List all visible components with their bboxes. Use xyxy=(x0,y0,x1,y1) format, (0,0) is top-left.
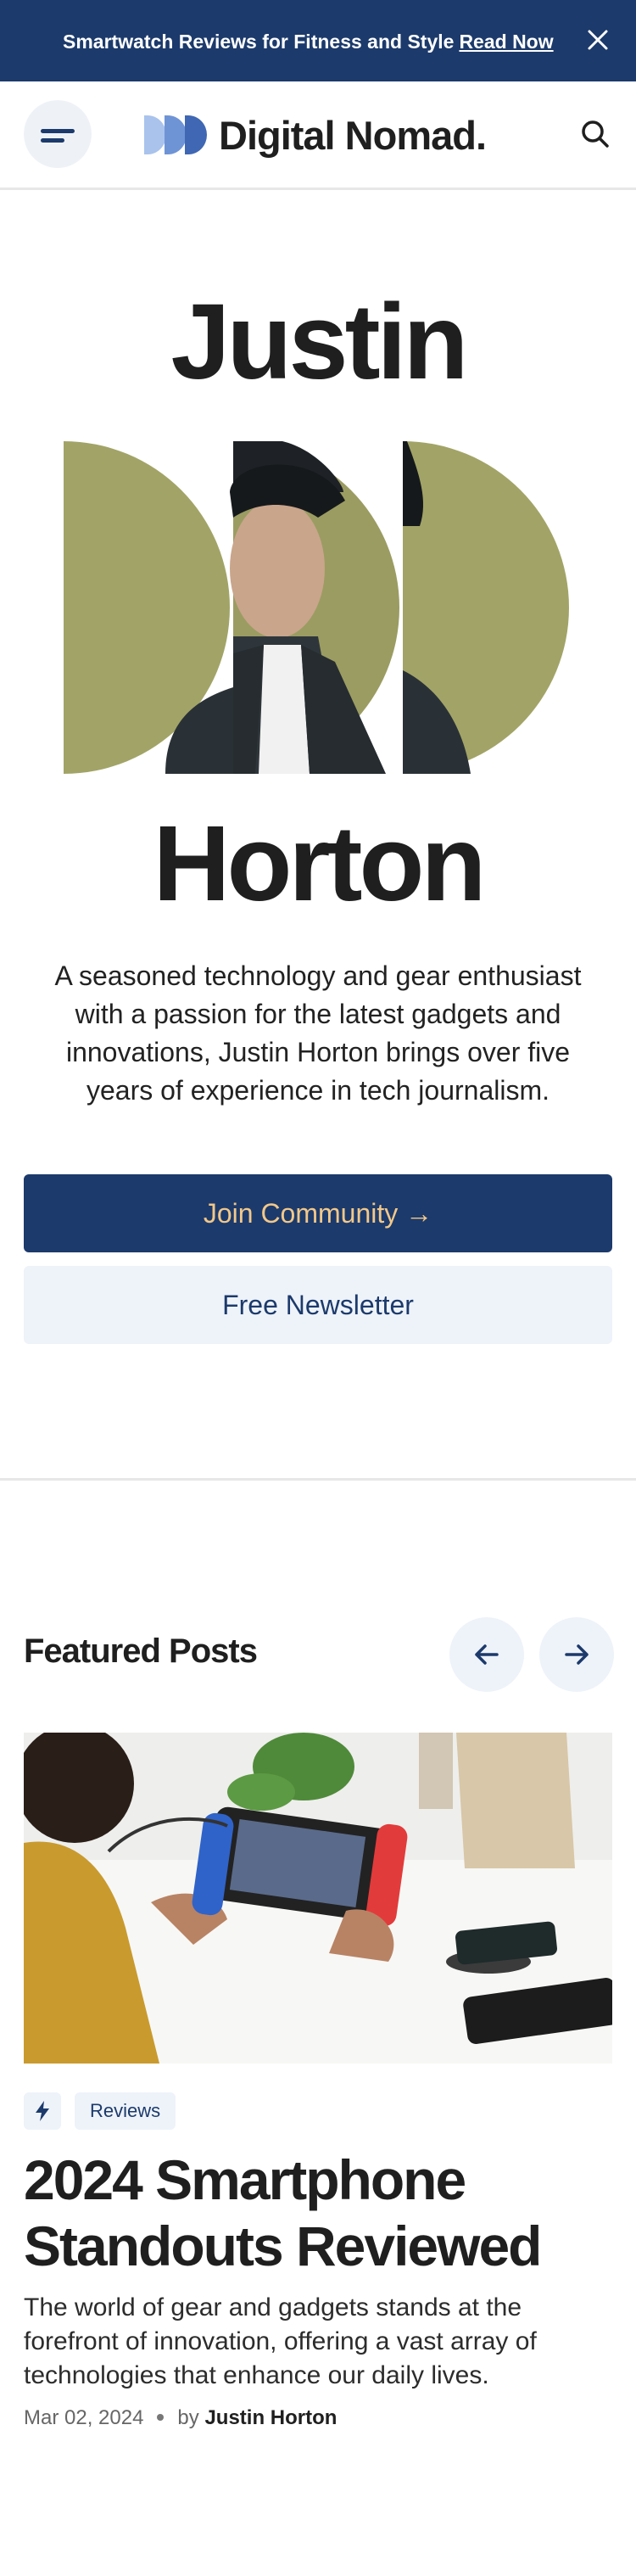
post-excerpt: The world of gear and gadgets stands at … xyxy=(24,2293,537,2389)
announcement-text: Smartwatch Reviews for Fitness and Style… xyxy=(63,31,554,53)
post-title[interactable]: 2024 Smartphone Standouts Reviewed xyxy=(24,2147,612,2279)
author-first-name: Justin xyxy=(170,282,468,401)
post-date: Mar 02, 2024 xyxy=(24,2406,144,2429)
author-last-name: Horton xyxy=(153,804,487,923)
previous-button[interactable] xyxy=(449,1617,524,1692)
logo-text: Digital Nomad. xyxy=(219,113,487,158)
section-divider xyxy=(0,1478,636,1481)
free-newsletter-label: Free Newsletter xyxy=(222,1290,414,1320)
post-by: by xyxy=(177,2406,199,2429)
menu-button[interactable] xyxy=(24,100,92,168)
featured-posts-title: Featured Posts xyxy=(24,1632,258,1670)
post-meta: Mar 02, 2024 by Justin Horton xyxy=(24,2406,337,2430)
author-bio: A seasoned technology and gear enthusias… xyxy=(54,960,582,1106)
bolt-icon xyxy=(24,2092,61,2130)
join-community-label: Join Community xyxy=(203,1198,399,1229)
logo-mark-icon xyxy=(144,115,207,154)
arrow-right-icon xyxy=(565,1644,589,1665)
search-icon[interactable] xyxy=(577,115,614,153)
announcement-message: Smartwatch Reviews for Fitness and Style xyxy=(63,31,455,53)
next-button[interactable] xyxy=(539,1617,614,1692)
category-badge[interactable]: Reviews xyxy=(75,2092,176,2130)
author-portrait xyxy=(64,441,572,774)
arrow-left-icon xyxy=(475,1644,499,1665)
site-header: Digital Nomad. xyxy=(0,81,636,190)
close-icon[interactable] xyxy=(583,25,612,54)
announcement-bar: Smartwatch Reviews for Fitness and Style… xyxy=(0,0,636,81)
post-image[interactable] xyxy=(24,1733,612,2064)
free-newsletter-button[interactable]: Free Newsletter xyxy=(24,1266,612,1344)
read-now-link[interactable]: Read Now xyxy=(459,31,553,53)
arrow-right-icon: → xyxy=(405,1198,433,1229)
separator-dot xyxy=(157,2413,165,2421)
join-community-button[interactable]: Join Community → xyxy=(24,1174,612,1252)
post-author[interactable]: Justin Horton xyxy=(204,2406,337,2429)
